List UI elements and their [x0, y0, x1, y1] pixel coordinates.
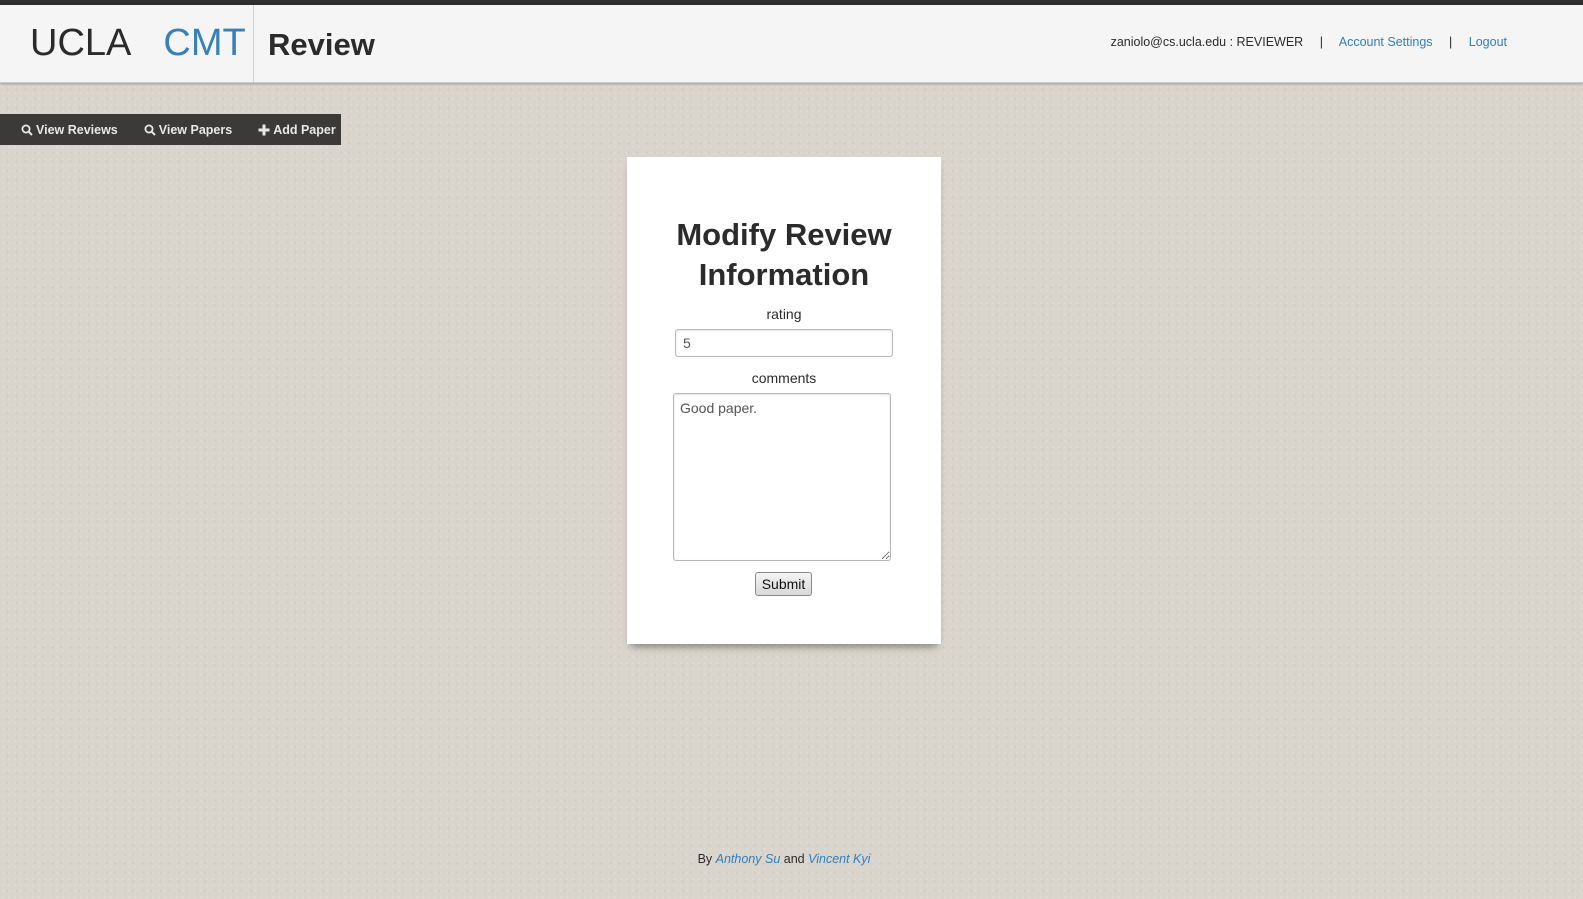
- add-paper-label: Add Paper: [273, 122, 336, 137]
- brand-cmt: CMT: [163, 22, 246, 64]
- brand-logo[interactable]: UCLA CMT: [30, 23, 246, 63]
- rating-label: rating: [766, 306, 802, 322]
- separator: |: [1449, 35, 1453, 49]
- form-title: Modify Review Information: [676, 217, 892, 292]
- search-icon: [21, 124, 33, 136]
- modify-review-form: Modify Review Information rating comment…: [627, 157, 941, 644]
- view-papers-button[interactable]: View Papers: [131, 120, 245, 139]
- comments-textarea[interactable]: Good paper.: [673, 393, 891, 561]
- user-info: zaniolo@cs.ucla.edu : REVIEWER: [1110, 35, 1304, 49]
- header-divider: [253, 5, 254, 82]
- comments-label: comments: [751, 370, 817, 386]
- user-area: zaniolo@cs.ucla.edu : REVIEWER | Account…: [1111, 35, 1507, 49]
- brand-ucla: UCLA: [30, 22, 132, 64]
- view-reviews-label: View Reviews: [36, 122, 118, 137]
- header: UCLA CMT Review zaniolo@cs.ucla.edu : REV…: [0, 5, 1583, 83]
- toolbar: View Reviews View Papers Add Paper: [0, 114, 341, 145]
- view-papers-label: View Papers: [158, 122, 233, 137]
- view-reviews-button[interactable]: View Reviews: [0, 120, 131, 139]
- footer-and: and: [783, 852, 805, 866]
- logout-link[interactable]: Logout: [1469, 35, 1507, 49]
- account-settings-link[interactable]: Account Settings: [1339, 35, 1433, 49]
- plus-icon: [258, 124, 270, 135]
- add-paper-button[interactable]: Add Paper: [245, 120, 349, 139]
- footer-by: By: [697, 852, 713, 866]
- page-title: Review: [268, 27, 375, 62]
- author-link-anthony-su[interactable]: Anthony Su: [716, 852, 781, 866]
- rating-input[interactable]: [675, 329, 893, 357]
- author-link-vincent-kyi[interactable]: Vincent Kyi: [808, 852, 870, 866]
- separator: |: [1319, 35, 1323, 49]
- footer: By Anthony Su and Vincent Kyi: [0, 852, 1568, 866]
- search-icon: [144, 124, 156, 136]
- submit-button[interactable]: Submit: [755, 572, 812, 596]
